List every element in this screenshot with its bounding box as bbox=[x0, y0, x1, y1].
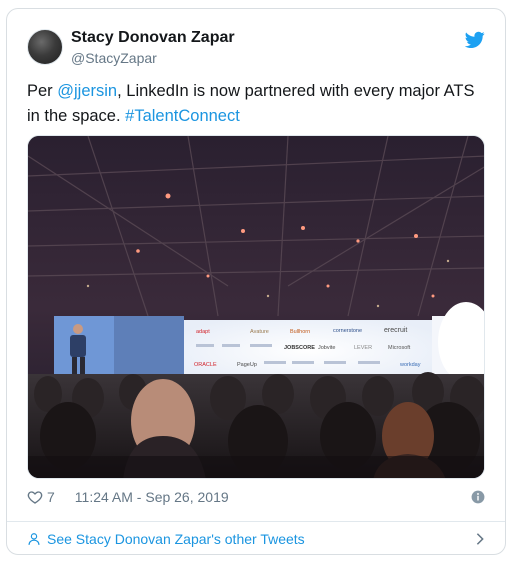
person-icon bbox=[28, 533, 40, 545]
logo-cornerstone: cornerstone bbox=[333, 328, 362, 334]
heart-icon[interactable] bbox=[27, 489, 43, 505]
logo-microsoft: Microsoft bbox=[388, 345, 411, 351]
logo-pageup: PageUp bbox=[237, 362, 257, 368]
twitter-bird-icon[interactable] bbox=[465, 31, 485, 49]
tweet-text: Per @jjersin, LinkedIn is now partnered … bbox=[27, 79, 487, 129]
logo-jobscore: JOBSCORE bbox=[284, 345, 315, 351]
tweet-card[interactable]: Stacy Donovan Zapar @StacyZapar Per @jje… bbox=[6, 8, 506, 555]
like-count[interactable]: 7 bbox=[47, 489, 55, 505]
tweet-photo[interactable]: adapt Avature Bullhorn cornerstone erecr… bbox=[27, 135, 485, 479]
conference-photo: adapt Avature Bullhorn cornerstone erecr… bbox=[28, 136, 484, 478]
chevron-right-icon[interactable] bbox=[475, 532, 485, 546]
text-prefix: Per bbox=[27, 82, 58, 100]
author-name[interactable]: Stacy Donovan Zapar bbox=[71, 29, 235, 47]
logo-adapt: adapt bbox=[196, 329, 210, 335]
author-handle[interactable]: @StacyZapar bbox=[71, 50, 157, 66]
tweet-header: Stacy Donovan Zapar @StacyZapar bbox=[7, 9, 505, 73]
mention-link[interactable]: @jjersin bbox=[57, 82, 117, 100]
avatar[interactable] bbox=[27, 29, 63, 65]
logo-jobvite: Jobvite bbox=[318, 345, 335, 351]
logo-lever: LEVER bbox=[354, 345, 372, 351]
logo-bullhorn: Bullhorn bbox=[290, 329, 310, 335]
hashtag-link[interactable]: #TalentConnect bbox=[125, 107, 240, 125]
more-tweets-label[interactable]: See Stacy Donovan Zapar's other Tweets bbox=[47, 531, 305, 547]
tweet-meta: 7 11:24 AM - Sep 26, 2019 bbox=[27, 487, 229, 507]
info-icon[interactable] bbox=[471, 490, 485, 504]
logo-avature: Avature bbox=[250, 329, 269, 335]
logo-oracle: ORACLE bbox=[194, 362, 217, 368]
logo-erecruit: erecruit bbox=[384, 327, 407, 334]
logo-workday: workday bbox=[399, 362, 421, 368]
more-tweets-link[interactable]: See Stacy Donovan Zapar's other Tweets bbox=[27, 522, 485, 554]
timestamp[interactable]: 11:24 AM - Sep 26, 2019 bbox=[75, 489, 229, 505]
